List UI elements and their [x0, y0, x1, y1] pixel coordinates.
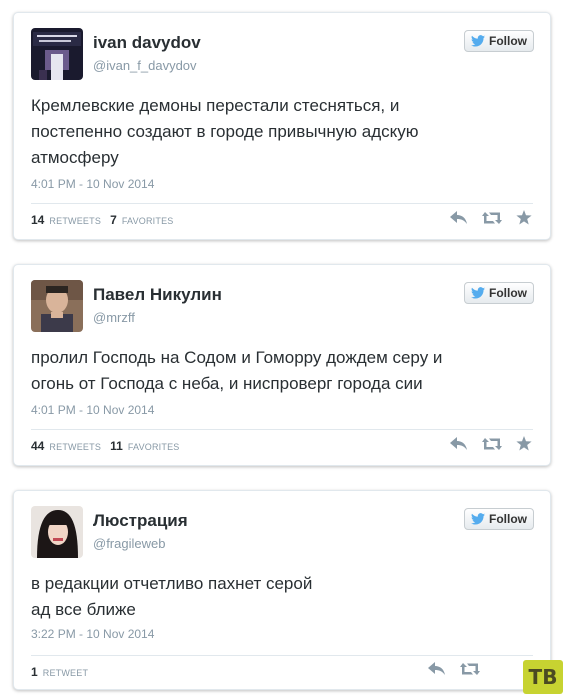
tweet-stats: 44 RETWEETS 11 FAVORITES: [31, 439, 186, 453]
avatar[interactable]: [31, 506, 83, 558]
twitter-bird-icon: [471, 35, 485, 47]
retweet-icon[interactable]: [482, 211, 502, 225]
user-handle[interactable]: @ivan_f_davydov: [93, 58, 197, 73]
tweet-timestamp[interactable]: 4:01 PM - 10 Nov 2014: [31, 403, 154, 417]
divider: [31, 655, 533, 656]
favorite-star-icon[interactable]: [516, 210, 532, 225]
follow-button[interactable]: Follow: [464, 30, 534, 52]
reply-icon[interactable]: [450, 436, 468, 451]
tweet-timestamp[interactable]: 4:01 PM - 10 Nov 2014: [31, 177, 154, 191]
favorites-label[interactable]: FAVORITES: [128, 442, 180, 452]
favorites-label[interactable]: FAVORITES: [122, 216, 174, 226]
tweets-page: ivan davydov @ivan_f_davydov Follow Крем…: [0, 0, 569, 700]
tweet-text-line: атмосферу: [31, 148, 119, 167]
retweet-icon[interactable]: [482, 437, 502, 451]
retweet-icon[interactable]: [460, 662, 480, 676]
favorites-count[interactable]: 11: [110, 439, 123, 453]
tweet-actions: [450, 210, 532, 225]
display-name[interactable]: Павел Никулин: [93, 285, 222, 305]
user-handle[interactable]: @mrzff: [93, 310, 135, 325]
display-name[interactable]: Люстрация: [93, 511, 188, 531]
tweet-actions: [450, 436, 532, 451]
tweet-timestamp[interactable]: 3:22 PM - 10 Nov 2014: [31, 627, 154, 641]
tweet-text-line: огонь от Господа с неба, и ниспроверг го…: [31, 374, 423, 393]
follow-button[interactable]: Follow: [464, 282, 534, 304]
tweet-text-line: ад все ближе: [31, 600, 136, 619]
avatar[interactable]: [31, 28, 83, 80]
divider: [31, 203, 533, 204]
follow-label: Follow: [489, 286, 527, 300]
divider: [31, 429, 533, 430]
retweets-count[interactable]: 14: [31, 213, 44, 227]
follow-label: Follow: [489, 512, 527, 526]
reply-icon[interactable]: [428, 662, 446, 676]
favorite-star-icon[interactable]: [516, 436, 532, 451]
tweet-card: Люстрация @fragileweb Follow в редакции …: [13, 490, 551, 690]
twitter-bird-icon: [471, 513, 485, 525]
tweet-card: ivan davydov @ivan_f_davydov Follow Крем…: [13, 12, 551, 240]
tweet-text: в редакции отчетливо пахнет серой ад все…: [31, 571, 530, 623]
tweet-text-line: в редакции отчетливо пахнет серой: [31, 574, 313, 593]
reply-icon[interactable]: [450, 210, 468, 225]
retweets-count[interactable]: 44: [31, 439, 44, 453]
avatar[interactable]: [31, 280, 83, 332]
tweet-card: Павел Никулин @mrzff Follow пролил Госпо…: [13, 264, 551, 466]
retweets-label[interactable]: RETWEET: [43, 668, 88, 678]
follow-button[interactable]: Follow: [464, 508, 534, 530]
tweet-text: пролил Господь на Содом и Гоморру дождем…: [31, 345, 530, 397]
tweet-text: Кремлевские демоны перестали стесняться,…: [31, 93, 530, 171]
retweets-count[interactable]: 1: [31, 665, 38, 679]
tweet-text-line: Кремлевские демоны перестали стесняться,…: [31, 96, 400, 115]
user-handle[interactable]: @fragileweb: [93, 536, 165, 551]
tweet-stats: 14 RETWEETS 7 FAVORITES: [31, 213, 180, 227]
tweet-stats: 1 RETWEET: [31, 665, 94, 679]
favorites-count[interactable]: 7: [110, 213, 117, 227]
follow-label: Follow: [489, 34, 527, 48]
twitter-bird-icon: [471, 287, 485, 299]
retweets-label[interactable]: RETWEETS: [49, 216, 101, 226]
tweet-text-line: пролил Господь на Содом и Гоморру дождем…: [31, 348, 443, 367]
tweet-text-line: постепенно создают в городе привычную ад…: [31, 122, 419, 141]
display-name[interactable]: ivan davydov: [93, 33, 201, 53]
tweet-actions: [428, 662, 480, 676]
retweets-label[interactable]: RETWEETS: [49, 442, 101, 452]
watermark-logo: ТВ: [523, 660, 563, 694]
